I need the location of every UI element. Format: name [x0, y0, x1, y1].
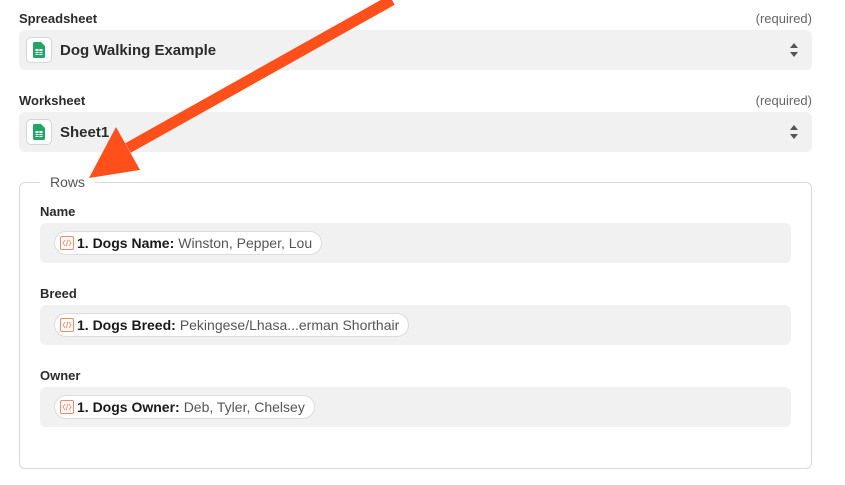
worksheet-value: Sheet1 [60, 123, 110, 141]
up-down-chevron-icon [790, 43, 798, 57]
google-sheets-icon [26, 119, 52, 145]
breed-label: Breed [40, 286, 77, 301]
code-icon [60, 318, 74, 332]
spreadsheet-required-text: (required) [755, 11, 812, 26]
name-label: Name [40, 204, 76, 219]
name-mapped-pill[interactable]: 1. Dogs Name: Winston, Pepper, Lou [54, 231, 323, 255]
owner-pill-value: Deb, Tyler, Chelsey [183, 399, 305, 415]
owner-label: Owner [40, 368, 81, 383]
breed-pill-key: 1. Dogs Breed: [77, 317, 176, 333]
spreadsheet-select[interactable]: Dog Walking Example [19, 30, 812, 70]
owner-pill-key: 1. Dogs Owner: [77, 399, 180, 415]
code-icon [60, 400, 74, 414]
breed-pill-value: Pekingese/Lhasa...erman Shorthair [179, 317, 400, 333]
rows-legend: Rows [40, 174, 96, 190]
name-pill-value: Winston, Pepper, Lou [178, 235, 313, 251]
google-sheets-icon [26, 37, 52, 63]
worksheet-label: Worksheet [19, 93, 86, 108]
name-pill-key: 1. Dogs Name: [77, 235, 175, 251]
breed-mapped-pill[interactable]: 1. Dogs Breed: Pekingese/Lhasa...erman S… [54, 313, 410, 337]
worksheet-select[interactable]: Sheet1 [19, 112, 812, 152]
owner-mapped-pill[interactable]: 1. Dogs Owner: Deb, Tyler, Chelsey [54, 395, 315, 419]
spreadsheet-value: Dog Walking Example [60, 41, 217, 59]
breed-input[interactable]: 1. Dogs Breed: Pekingese/Lhasa...erman S… [40, 305, 791, 345]
code-icon [60, 236, 74, 250]
up-down-chevron-icon [790, 125, 798, 139]
owner-input[interactable]: 1. Dogs Owner: Deb, Tyler, Chelsey [40, 387, 791, 427]
name-input[interactable]: 1. Dogs Name: Winston, Pepper, Lou [40, 223, 791, 263]
worksheet-required-text: (required) [755, 93, 812, 108]
spreadsheet-label: Spreadsheet [19, 11, 98, 26]
